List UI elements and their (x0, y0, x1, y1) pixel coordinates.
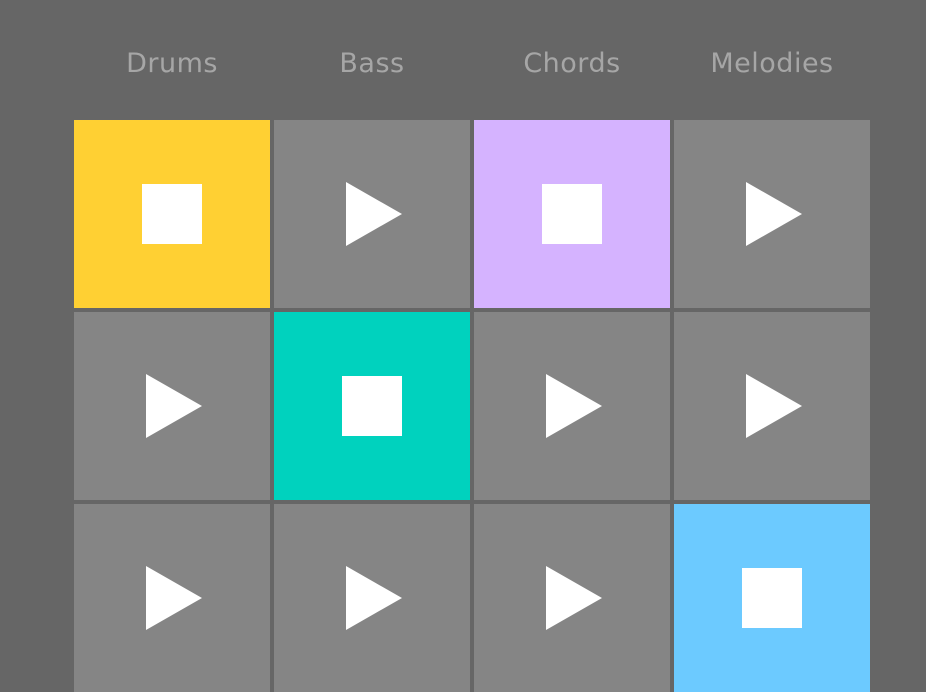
column-header-row: Drums Bass Chords Melodies (74, 0, 874, 120)
pad-drums-row-2[interactable] (74, 312, 270, 500)
play-icon (546, 374, 602, 438)
pad-chords-row-2[interactable] (474, 312, 670, 500)
play-icon (346, 566, 402, 630)
stop-icon (142, 184, 202, 244)
pad-bass-row-2[interactable] (274, 312, 470, 500)
pad-bass-row-3[interactable] (274, 504, 470, 692)
pad-melodies-row-2[interactable] (674, 312, 870, 500)
column-label-melodies: Melodies (710, 48, 834, 79)
play-icon (146, 566, 202, 630)
stop-icon (542, 184, 602, 244)
stop-icon (742, 568, 802, 628)
play-icon (346, 182, 402, 246)
pad-drums-row-3[interactable] (74, 504, 270, 692)
pad-melodies-row-1[interactable] (674, 120, 870, 308)
stop-icon (342, 376, 402, 436)
play-icon (546, 566, 602, 630)
pad-drums-row-1[interactable] (74, 120, 270, 308)
play-icon (146, 374, 202, 438)
pad-bass-row-1[interactable] (274, 120, 470, 308)
pad-chords-row-1[interactable] (474, 120, 670, 308)
column-label-drums: Drums (126, 48, 218, 79)
play-icon (746, 374, 802, 438)
column-label-bass: Bass (339, 48, 405, 79)
column-label-chords: Chords (523, 48, 621, 79)
pad-chords-row-3[interactable] (474, 504, 670, 692)
pad-melodies-row-3[interactable] (674, 504, 870, 692)
play-icon (746, 182, 802, 246)
